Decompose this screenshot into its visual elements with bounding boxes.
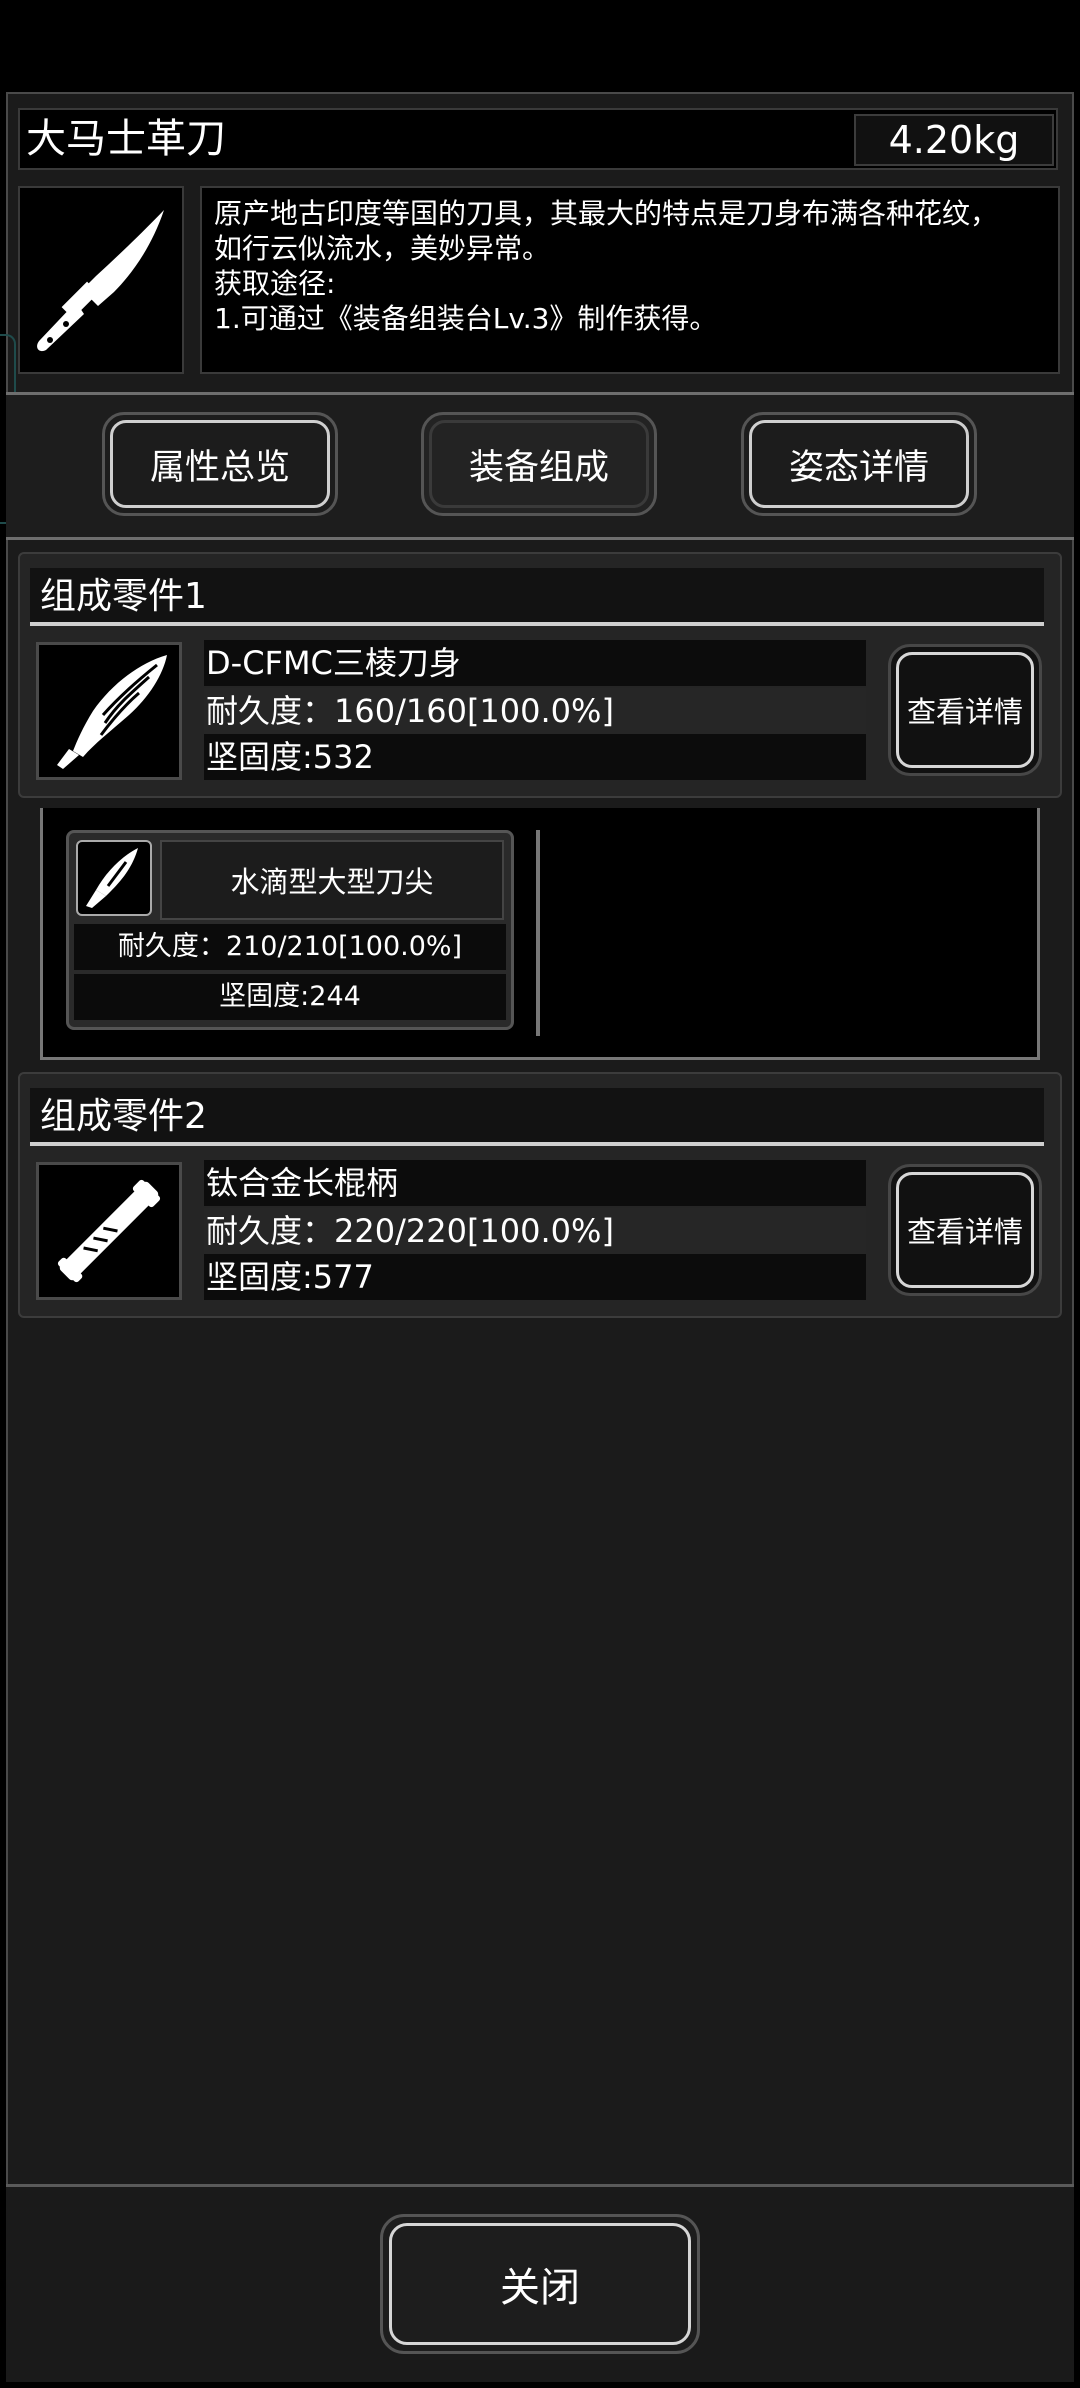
- subpart-name: 水滴型大型刀尖: [160, 840, 504, 920]
- item-description: 原产地古印度等国的刀具，其最大的特点是刀身布满各种花纹， 如行云似流水，美妙异常…: [200, 186, 1060, 374]
- part-name: D-CFMC三棱刀身: [204, 640, 866, 686]
- part-durability: 耐久度：160/160[100.0%]: [204, 688, 866, 734]
- close-button[interactable]: 关闭: [380, 2214, 700, 2354]
- part-name: 钛合金长棍柄: [204, 1160, 866, 1206]
- view-details-button[interactable]: 查看详情: [888, 644, 1042, 776]
- tab-stance-details[interactable]: 姿态详情: [741, 412, 977, 516]
- description-line: 原产地古印度等国的刀具，其最大的特点是刀身布满各种花纹，: [214, 197, 999, 230]
- view-details-label: 查看详情: [896, 1172, 1034, 1288]
- subparts-divider: [536, 830, 540, 1036]
- part-icon-frame: [36, 642, 182, 780]
- tab-equipment-composition[interactable]: 装备组成: [421, 412, 657, 516]
- part-header: 组成零件1: [30, 568, 1044, 626]
- tab-label: 装备组成: [468, 447, 609, 488]
- view-details-button[interactable]: 查看详情: [888, 1164, 1042, 1296]
- view-details-label: 查看详情: [896, 652, 1034, 768]
- subpart-hardness: 坚固度:244: [74, 974, 506, 1020]
- tab-label: 姿态详情: [788, 447, 929, 488]
- subpart-durability: 耐久度：210/210[100.0%]: [74, 924, 506, 970]
- description-line: 1.可通过《装备组装台Lv.3》制作获得。: [214, 302, 718, 335]
- part-durability: 耐久度：220/220[100.0%]: [204, 1208, 866, 1254]
- part-hardness: 坚固度:577: [204, 1254, 866, 1300]
- knife-icon: [37, 210, 164, 352]
- tab-label: 属性总览: [149, 447, 290, 488]
- tab-attributes-overview[interactable]: 属性总览: [102, 412, 338, 516]
- part-icon-frame: [36, 1162, 182, 1300]
- description-line: 如行云似流水，美妙异常。: [214, 232, 551, 265]
- subpart-icon-frame: [76, 840, 152, 916]
- handle-icon: [57, 1179, 161, 1283]
- description-line: 获取途径:: [214, 267, 336, 300]
- blade-tip-icon: [86, 848, 138, 908]
- part-header: 组成零件2: [30, 1088, 1044, 1146]
- part-hardness: 坚固度:532: [204, 734, 866, 780]
- close-button-label: 关闭: [389, 2223, 691, 2345]
- item-name: 大马士革刀: [26, 116, 226, 162]
- blade-icon: [57, 655, 167, 769]
- item-weight: 4.20kg: [854, 114, 1054, 166]
- item-icon-frame: [18, 186, 184, 374]
